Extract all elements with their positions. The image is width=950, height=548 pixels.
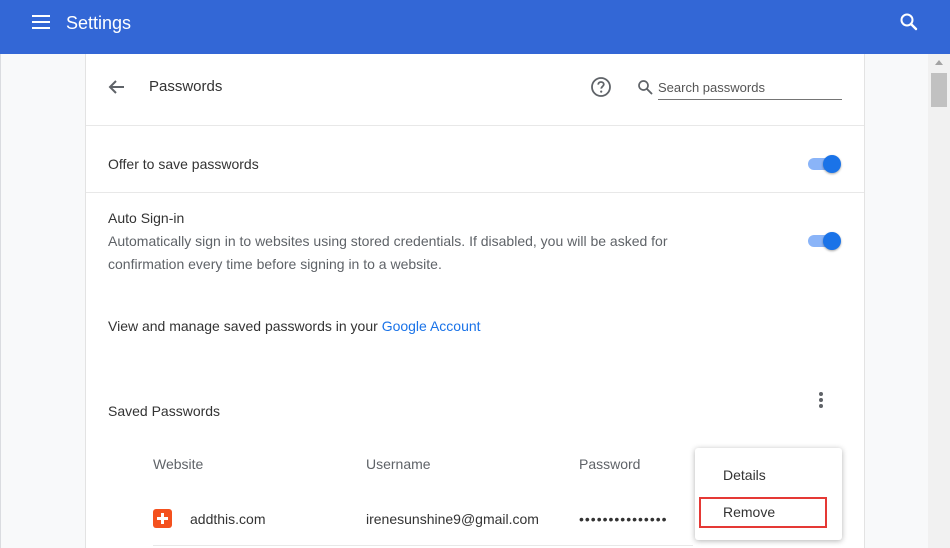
auto-signin-toggle[interactable] — [806, 231, 842, 251]
search-icon[interactable] — [899, 12, 919, 32]
toggle-knob — [823, 232, 841, 250]
auto-signin-label: Auto Sign-in — [108, 210, 185, 226]
remove-highlight-box — [699, 497, 827, 528]
top-app-bar: Settings — [0, 0, 950, 54]
divider — [86, 125, 864, 126]
hamburger-menu-icon[interactable] — [32, 15, 50, 29]
scrollbar[interactable] — [928, 54, 950, 548]
app-title: Settings — [66, 13, 132, 33]
manage-passwords-text: View and manage saved passwords in your … — [108, 317, 481, 335]
search-passwords-icon — [638, 80, 653, 95]
password-cell: ••••••••••••••• — [579, 511, 668, 527]
divider — [86, 192, 864, 193]
search-passwords-input[interactable] — [658, 76, 842, 100]
auto-signin-description-line: Automatically sign in to websites using … — [108, 233, 668, 249]
username-cell: irenesunshine9@gmail.com — [366, 511, 539, 527]
auto-signin-description-line: confirmation every time before signing i… — [108, 256, 442, 272]
toggle-knob — [823, 155, 841, 173]
scroll-thumb[interactable] — [931, 73, 947, 107]
auto-signin-description: Automatically sign in to websites using … — [108, 230, 748, 276]
google-account-link[interactable]: Google Account — [382, 318, 481, 334]
website-cell[interactable]: addthis.com — [190, 510, 265, 528]
saved-passwords-title: Saved Passwords — [108, 403, 221, 419]
row-divider — [153, 545, 693, 546]
scroll-up-arrow-icon[interactable] — [935, 60, 943, 65]
page-title: Passwords — [149, 78, 223, 95]
manage-passwords-label: View and manage saved passwords in your — [108, 318, 382, 334]
menu-item-details[interactable]: Details — [723, 466, 766, 484]
help-circle-icon[interactable] — [590, 76, 612, 98]
offer-to-save-label: Offer to save passwords — [108, 156, 259, 172]
column-header-website: Website — [153, 456, 204, 472]
column-header-username: Username — [366, 456, 431, 472]
column-header-password: Password — [579, 456, 641, 472]
window-edge — [0, 54, 1, 548]
more-vert-icon[interactable] — [812, 390, 830, 410]
arrow-left-icon[interactable] — [107, 77, 127, 97]
site-favicon-icon — [153, 509, 172, 528]
offer-to-save-toggle[interactable] — [806, 154, 842, 174]
